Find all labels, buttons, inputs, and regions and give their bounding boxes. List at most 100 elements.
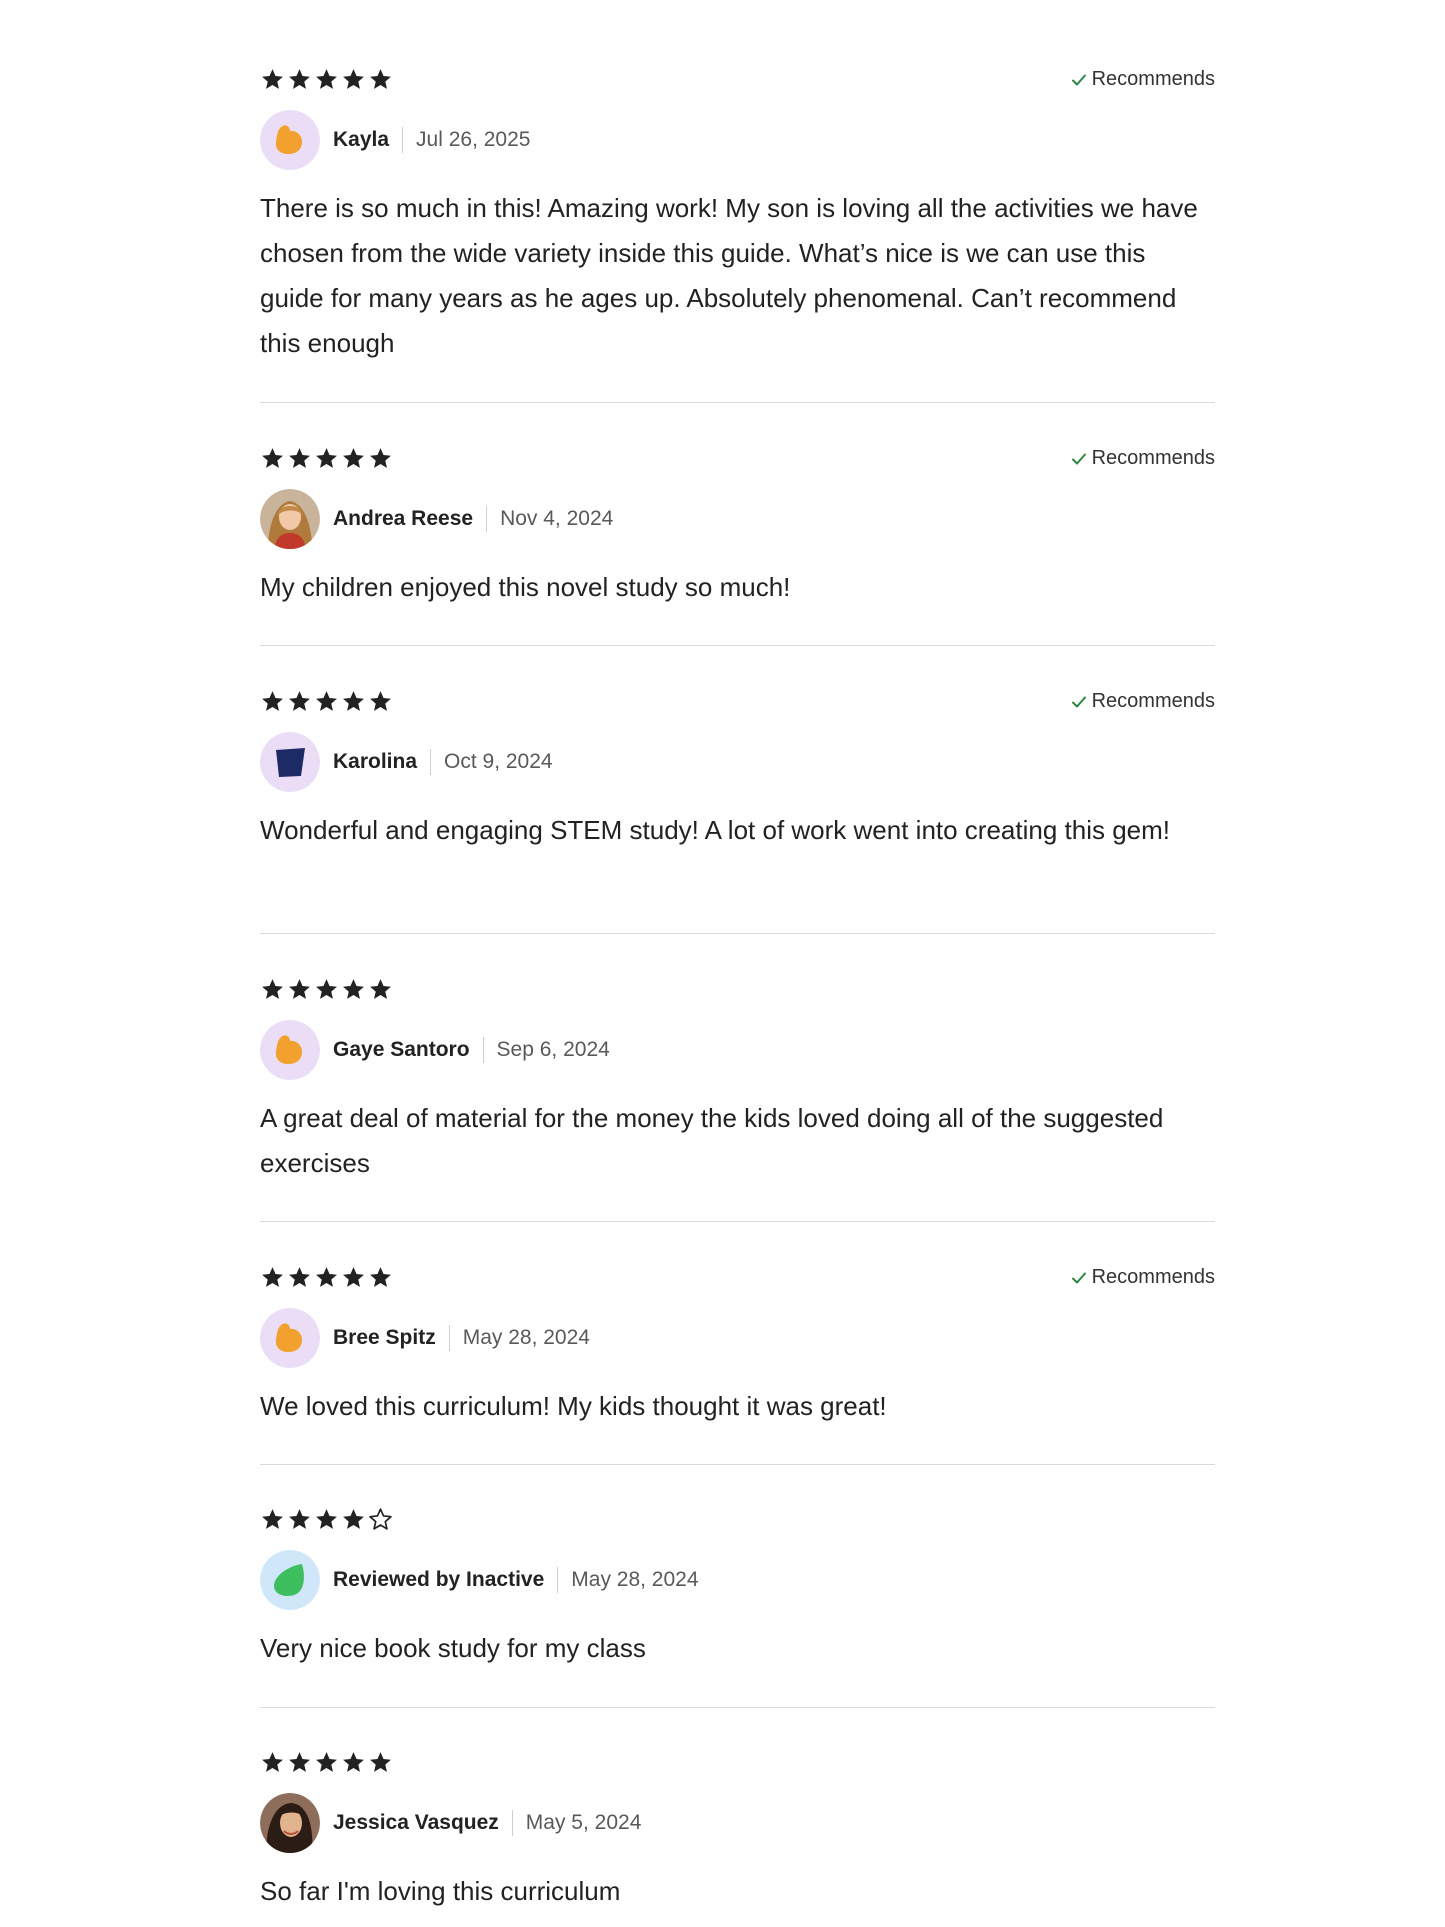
star-rating	[260, 1504, 393, 1534]
review-separator	[260, 402, 1215, 403]
review-text: So far I'm loving this curriculum	[260, 1876, 621, 1906]
orange-blob-avatar-icon[interactable]	[260, 1308, 320, 1368]
review-separator	[260, 645, 1215, 646]
recommends-label: Recommends	[1091, 690, 1215, 712]
review-separator	[260, 1221, 1215, 1222]
check-icon	[1071, 74, 1086, 85]
star-filled-icon	[370, 1751, 391, 1772]
review-date: May 28, 2024	[571, 1568, 699, 1591]
review-date: Sep 6, 2024	[496, 1038, 610, 1061]
review-author-row: Karolina Oct 9, 2024	[260, 732, 553, 792]
star-filled-icon	[316, 690, 337, 711]
user-photo-avatar-icon[interactable]	[260, 1793, 320, 1853]
reviews-list: Recommends Kayla Jul 26, 2025 There is s…	[0, 0, 1445, 1927]
review-author-name[interactable]: Kayla	[333, 128, 389, 152]
user-photo-avatar-icon[interactable]	[260, 489, 320, 549]
star-filled-icon	[343, 68, 364, 89]
orange-blob-avatar-icon[interactable]	[260, 110, 320, 170]
star-filled-icon	[370, 978, 391, 999]
star-filled-icon	[370, 690, 391, 711]
star-filled-icon	[343, 1508, 364, 1529]
star-filled-icon	[316, 1508, 337, 1529]
review-text: A great deal of material for the money t…	[260, 1103, 1164, 1178]
star-filled-icon	[316, 68, 337, 89]
check-icon	[1071, 1272, 1086, 1283]
review-author-name[interactable]: Karolina	[333, 750, 417, 774]
author-date-divider	[448, 1325, 450, 1351]
review-author-name[interactable]: Andrea Reese	[333, 507, 473, 531]
author-date-divider	[402, 127, 404, 153]
orange-blob-avatar-icon[interactable]	[260, 1020, 320, 1080]
recommends-badge: Recommends	[1070, 1266, 1215, 1289]
recommends-badge: Recommends	[1070, 447, 1215, 470]
author-date-divider	[430, 749, 432, 775]
star-filled-icon	[289, 68, 310, 89]
star-filled-icon	[316, 447, 337, 468]
review-separator	[260, 1707, 1215, 1708]
star-filled-icon	[289, 1751, 310, 1772]
star-rating	[260, 64, 393, 94]
star-filled-icon	[262, 68, 283, 89]
star-filled-icon	[316, 1751, 337, 1772]
author-date-divider	[486, 506, 488, 532]
recommends-badge: Recommends	[1070, 690, 1215, 713]
recommends-label: Recommends	[1091, 1266, 1215, 1288]
review-author-name[interactable]: Jessica Vasquez	[333, 1811, 499, 1835]
star-rating	[260, 1747, 393, 1777]
recommends-label: Recommends	[1091, 447, 1215, 469]
review-text: My children enjoyed this novel study so …	[260, 572, 791, 602]
star-rating	[260, 1262, 393, 1292]
review-text: Very nice book study for my class	[260, 1633, 646, 1663]
review-text: We loved this curriculum! My kids though…	[260, 1391, 887, 1421]
star-filled-icon	[262, 447, 283, 468]
review-separator	[260, 1464, 1215, 1465]
star-filled-icon	[262, 1266, 283, 1287]
star-rating	[260, 974, 393, 1004]
star-filled-icon	[343, 1266, 364, 1287]
review-date: Nov 4, 2024	[500, 507, 614, 530]
review-text: Wonderful and engaging STEM study! A lot…	[260, 815, 1171, 845]
star-filled-icon	[262, 690, 283, 711]
review-author-row: Jessica Vasquez May 5, 2024	[260, 1793, 641, 1853]
star-filled-icon	[289, 447, 310, 468]
review-date: May 28, 2024	[462, 1326, 590, 1349]
star-filled-icon	[370, 447, 391, 468]
review-author-row: Andrea Reese Nov 4, 2024	[260, 489, 613, 549]
author-date-divider	[482, 1037, 484, 1063]
review-author-row: Reviewed by Inactive May 28, 2024	[260, 1550, 699, 1610]
star-filled-icon	[343, 690, 364, 711]
star-filled-icon	[262, 1508, 283, 1529]
star-filled-icon	[343, 1751, 364, 1772]
star-filled-icon	[289, 690, 310, 711]
star-filled-icon	[262, 1751, 283, 1772]
star-filled-icon	[343, 447, 364, 468]
star-filled-icon	[289, 1266, 310, 1287]
recommends-label: Recommends	[1091, 68, 1215, 90]
star-rating	[260, 443, 393, 473]
review-separator	[260, 933, 1215, 934]
recommends-badge: Recommends	[1070, 68, 1215, 91]
star-filled-icon	[370, 68, 391, 89]
star-filled-icon	[262, 978, 283, 999]
review-date: May 5, 2024	[525, 1811, 642, 1834]
review-author-name[interactable]: Bree Spitz	[333, 1326, 436, 1350]
star-filled-icon	[289, 1508, 310, 1529]
star-rating	[260, 686, 393, 716]
review-author-row: Kayla Jul 26, 2025	[260, 110, 530, 170]
review-author-name[interactable]: Reviewed by Inactive	[333, 1568, 544, 1592]
review-author-row: Gaye Santoro Sep 6, 2024	[260, 1020, 610, 1080]
star-empty-icon	[369, 1507, 392, 1530]
review-author-row: Bree Spitz May 28, 2024	[260, 1308, 590, 1368]
review-date: Jul 26, 2025	[416, 128, 531, 151]
review-text: There is so much in this! Amazing work! …	[260, 193, 1198, 358]
author-date-divider	[511, 1810, 513, 1836]
review-author-name[interactable]: Gaye Santoro	[333, 1038, 470, 1062]
review-date: Oct 9, 2024	[444, 750, 553, 773]
green-leaf-avatar-icon[interactable]	[260, 1550, 320, 1610]
star-filled-icon	[316, 1266, 337, 1287]
star-filled-icon	[370, 1266, 391, 1287]
navy-shape-avatar-icon[interactable]	[260, 732, 320, 792]
author-date-divider	[557, 1567, 559, 1593]
check-icon	[1071, 453, 1086, 464]
star-filled-icon	[316, 978, 337, 999]
